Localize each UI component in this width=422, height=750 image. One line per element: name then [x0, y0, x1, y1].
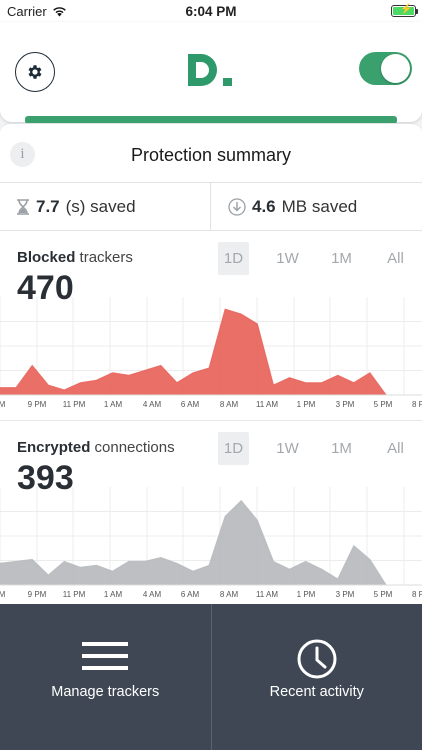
menu-icon — [82, 642, 129, 670]
period-1d-button[interactable]: 1D — [218, 432, 249, 465]
chart-label-rest: connections — [90, 439, 175, 456]
data-saved-unit: MB saved — [281, 196, 358, 216]
x-tick-label: 11 PM — [63, 590, 86, 599]
x-tick-label: 9 PM — [28, 590, 47, 599]
x-tick-label: M — [0, 400, 6, 409]
toggle-knob — [381, 54, 410, 83]
x-tick-label: 5 PM — [374, 400, 393, 409]
status-bar: Carrier 6:04 PM ⚡ — [0, 0, 422, 22]
period-1w-button[interactable]: 1W — [272, 432, 303, 465]
time-saved-unit: (s) saved — [65, 196, 136, 216]
recent-activity-label: Recent activity — [269, 684, 364, 700]
period-1m-button[interactable]: 1M — [326, 432, 357, 465]
x-tick-label: 5 PM — [374, 590, 393, 599]
x-tick-label: 11 PM — [63, 400, 86, 409]
period-all-button[interactable]: All — [380, 242, 411, 275]
app-logo — [188, 54, 232, 86]
protection-summary-card: i Protection summary 7.7 (s) saved 4.6 M… — [0, 123, 422, 604]
summary-title: Protection summary — [130, 145, 292, 165]
x-tick-label: 6 AM — [181, 400, 200, 409]
x-tick-label: 1 AM — [104, 590, 123, 599]
blocked-trackers-chart: M 9 PM 11 PM 1 AM 4 AM 6 AM 8 AM 11 AM 1 PM 3 PM 5… — [0, 231, 422, 415]
data-saved-value: 4.6 — [252, 196, 276, 216]
x-tick-label: 4 AM — [143, 400, 162, 409]
recent-activity-button[interactable]: Recent activity — [210, 604, 422, 750]
clock-icon — [297, 639, 337, 679]
period-1w-button[interactable]: 1W — [272, 242, 303, 275]
x-tick-label: 8 AM — [220, 590, 239, 599]
encrypted-connections-count: 393 — [17, 459, 74, 497]
data-saved-stat: 4.6 MB saved — [210, 183, 422, 230]
x-tick-label: M — [0, 590, 6, 599]
manage-trackers-button[interactable]: Manage trackers — [0, 604, 211, 750]
x-tick-label: 9 PM — [28, 400, 47, 409]
chart-label: Encrypted connections — [17, 439, 175, 456]
x-tick-label: 11 AM — [256, 590, 278, 599]
period-selector: 1D 1W 1M All — [218, 432, 422, 465]
summary-header: i Protection summary — [0, 124, 422, 183]
chart-area — [0, 309, 386, 395]
x-tick-label: 8 AM — [220, 400, 239, 409]
x-tick-label: 1 PM — [297, 590, 316, 599]
bottom-toolbar: Manage trackers Recent activity — [0, 604, 422, 750]
gear-icon — [28, 65, 42, 79]
x-tick-label: 3 PM — [336, 400, 355, 409]
x-tick-label: 8 P — [412, 400, 422, 409]
period-1m-button[interactable]: 1M — [326, 242, 357, 275]
x-tick-label: 8 P — [412, 590, 422, 599]
app-header — [0, 22, 422, 122]
manage-trackers-label: Manage trackers — [51, 684, 160, 700]
settings-button[interactable] — [15, 52, 55, 92]
x-tick-label: 1 PM — [297, 400, 316, 409]
download-icon — [228, 197, 246, 216]
period-selector: 1D 1W 1M All — [218, 242, 422, 275]
chart-label-bold: Blocked — [17, 249, 76, 266]
x-tick-label: 3 PM — [336, 590, 355, 599]
savings-stats: 7.7 (s) saved 4.6 MB saved — [0, 183, 422, 231]
battery-icon: ⚡ — [391, 4, 418, 17]
x-tick-label: 11 AM — [256, 400, 278, 409]
x-tick-label: 1 AM — [104, 400, 123, 409]
period-all-button[interactable]: All — [380, 432, 411, 465]
encrypted-connections-chart: M 9 PM 11 PM 1 AM 4 AM 6 AM 8 AM 11 AM 1 PM 3 PM 5… — [0, 420, 422, 604]
x-tick-label: 4 AM — [143, 590, 162, 599]
clock: 6:04 PM — [185, 4, 237, 19]
chart-label-bold: Encrypted — [17, 439, 91, 456]
hourglass-icon — [17, 198, 29, 215]
period-1d-button[interactable]: 1D — [218, 242, 249, 275]
chart-area — [0, 500, 386, 585]
protection-toggle[interactable] — [359, 52, 412, 85]
chart-label-rest: trackers — [75, 249, 133, 266]
time-saved-stat: 7.7 (s) saved — [0, 183, 210, 230]
x-tick-label: 6 AM — [181, 590, 200, 599]
time-saved-value: 7.7 — [36, 196, 60, 216]
blocked-trackers-count: 470 — [17, 269, 74, 307]
chart-label: Blocked trackers — [17, 249, 133, 266]
